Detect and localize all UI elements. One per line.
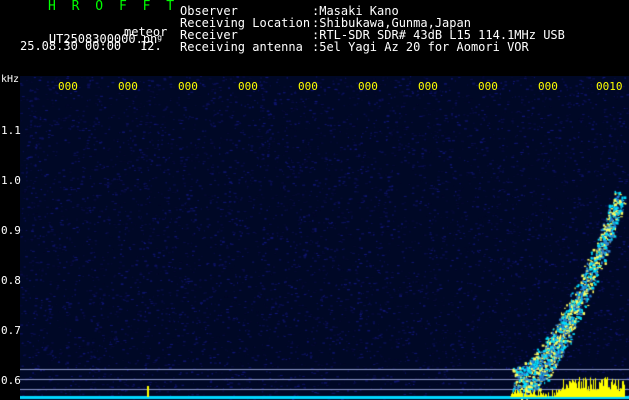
y-tick-0-6: 0.6	[1, 374, 21, 387]
time-tick: 000	[238, 80, 258, 93]
time-tick: 000	[118, 80, 138, 93]
time-tick: 000	[298, 80, 318, 93]
mode-label: meteor	[124, 25, 168, 39]
axis-unit: kHz	[1, 74, 20, 85]
info-label-antenna: Receiving antenna	[180, 40, 303, 54]
count-label: 12.	[140, 39, 162, 53]
header-panel: H R O F F T UT2508300000.png meteor 25.0…	[0, 0, 629, 76]
y-tick-0-9: 0.9	[1, 224, 21, 237]
y-tick-0-7: 0.7	[1, 324, 21, 337]
frequency-axis: kHz 1.1 1.0 0.9 0.8 0.7 0.6	[0, 74, 21, 400]
time-tick: 000	[178, 80, 198, 93]
y-tick-1-1: 1.1	[1, 124, 21, 137]
y-tick-1-0: 1.0	[1, 174, 21, 187]
time-tick: 000	[358, 80, 378, 93]
info-value-antenna: :5el Yagi Az 20 for Aomori VOR	[312, 40, 529, 54]
app-title: H R O F F T	[48, 0, 179, 14]
time-tick: 000	[538, 80, 558, 93]
datetime-label: 25.08.30 00:00	[20, 39, 122, 53]
time-tick: 0010	[596, 80, 623, 93]
time-tick: 000	[478, 80, 498, 93]
time-tick: 000	[418, 80, 438, 93]
time-tick: 000	[58, 80, 78, 93]
y-tick-0-8: 0.8	[1, 274, 21, 287]
spectrogram	[20, 76, 629, 400]
